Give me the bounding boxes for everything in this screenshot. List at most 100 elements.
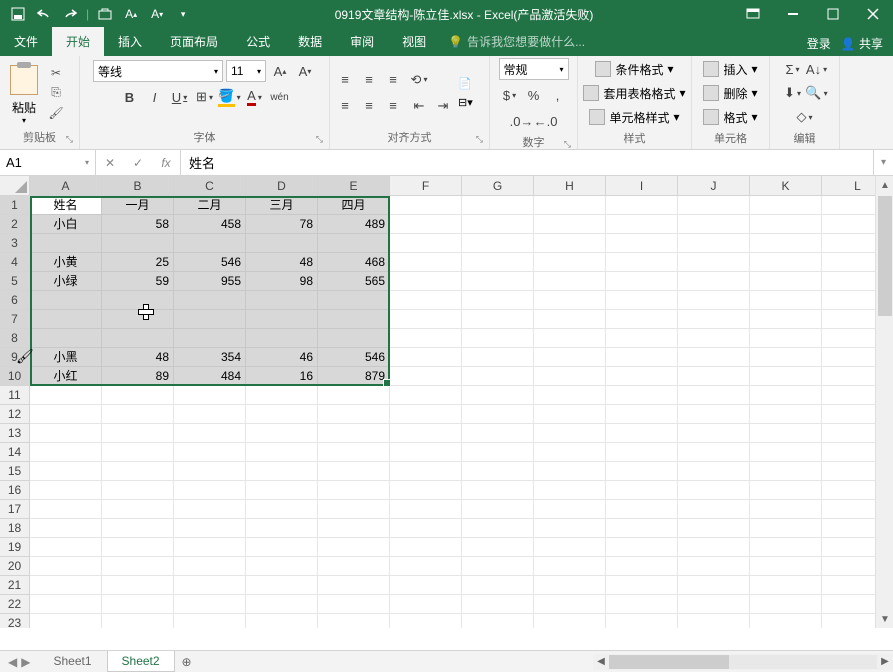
cell[interactable]: 小黑 [30,348,102,367]
tab-formula[interactable]: 公式 [232,27,284,56]
cell[interactable] [606,272,678,291]
cell[interactable] [462,500,534,519]
select-all-triangle[interactable] [0,176,30,196]
login-link[interactable]: 登录 [807,35,831,52]
cell[interactable] [246,329,318,348]
cell[interactable] [246,424,318,443]
cell[interactable] [750,576,822,595]
cell[interactable]: 89 [102,367,174,386]
cell[interactable] [606,481,678,500]
cell[interactable] [606,329,678,348]
cell[interactable] [750,424,822,443]
cell[interactable] [750,614,822,628]
cell[interactable] [750,196,822,215]
cell[interactable] [606,462,678,481]
column-header[interactable]: E [318,176,390,196]
cell[interactable] [30,557,102,576]
cell[interactable] [750,234,822,253]
cell[interactable] [534,519,606,538]
cell[interactable] [246,500,318,519]
cell[interactable]: 78 [246,215,318,234]
row-header[interactable]: 18 [0,519,30,538]
cell[interactable] [102,424,174,443]
cell[interactable] [246,481,318,500]
column-header[interactable]: D [246,176,318,196]
cell[interactable] [462,234,534,253]
cell[interactable] [678,595,750,614]
cell[interactable]: 一月 [102,196,174,215]
cell[interactable] [390,595,462,614]
cell[interactable] [462,443,534,462]
cell[interactable] [30,310,102,329]
cell[interactable] [246,234,318,253]
cell[interactable] [102,310,174,329]
scroll-up-icon[interactable]: ▲ [876,176,893,194]
row-header[interactable]: 23 [0,614,30,628]
cell[interactable] [606,538,678,557]
cell[interactable]: 46 [246,348,318,367]
cell[interactable] [318,443,390,462]
cell[interactable]: 三月 [246,196,318,215]
insert-function-icon[interactable]: fx [152,150,180,175]
cell[interactable] [534,291,606,310]
cell[interactable] [462,272,534,291]
cell[interactable] [30,500,102,519]
cell[interactable] [534,481,606,500]
cell[interactable] [30,462,102,481]
save-icon[interactable] [6,2,30,26]
cell[interactable] [462,557,534,576]
column-header[interactable]: A [30,176,102,196]
cell[interactable]: 458 [174,215,246,234]
cell[interactable]: 546 [318,348,390,367]
cell[interactable] [678,196,750,215]
cell[interactable] [462,481,534,500]
cell[interactable] [750,215,822,234]
cell[interactable] [462,215,534,234]
qat-customize-icon[interactable]: ▾ [171,2,195,26]
cell[interactable] [678,481,750,500]
cell[interactable] [318,500,390,519]
cell[interactable] [318,462,390,481]
align-left-icon[interactable]: ≡ [334,95,356,117]
cell[interactable] [102,538,174,557]
percent-format-icon[interactable]: % [523,84,545,106]
merge-center-button[interactable]: ⊟▾ [458,96,473,109]
cell[interactable] [534,538,606,557]
cell[interactable] [390,443,462,462]
column-header[interactable]: H [534,176,606,196]
cell[interactable] [30,329,102,348]
cell[interactable]: 59 [102,272,174,291]
row-header[interactable]: 4 [0,253,30,272]
cell[interactable] [750,348,822,367]
clipboard-launcher-icon[interactable]: ⤡ [66,134,73,145]
cell[interactable] [102,291,174,310]
cell[interactable] [174,614,246,628]
cell[interactable] [318,557,390,576]
cell[interactable] [246,462,318,481]
cell[interactable] [390,576,462,595]
cell[interactable] [390,196,462,215]
close-button[interactable] [853,0,893,28]
delete-cells-button[interactable]: 删除▾ [699,82,761,104]
tab-data[interactable]: 数据 [284,27,336,56]
cell[interactable] [246,557,318,576]
cell[interactable] [390,462,462,481]
cell[interactable] [102,481,174,500]
cell[interactable] [678,614,750,628]
font-size-combo[interactable]: 11▾ [226,60,266,82]
cell[interactable] [462,291,534,310]
vertical-scrollbar[interactable]: ▲ ▼ [875,176,893,628]
cell[interactable] [534,272,606,291]
cell[interactable] [390,348,462,367]
cell[interactable] [750,291,822,310]
cell[interactable] [246,519,318,538]
cell[interactable] [678,519,750,538]
cell[interactable] [606,291,678,310]
decrease-decimal-icon[interactable]: ←.0 [535,110,557,132]
cell[interactable] [750,595,822,614]
cell[interactable] [102,234,174,253]
scroll-right-icon[interactable]: ▶ [877,656,893,667]
cell[interactable] [678,576,750,595]
sheet-nav-prev-icon[interactable]: ◀ [8,655,17,669]
cell[interactable] [606,386,678,405]
